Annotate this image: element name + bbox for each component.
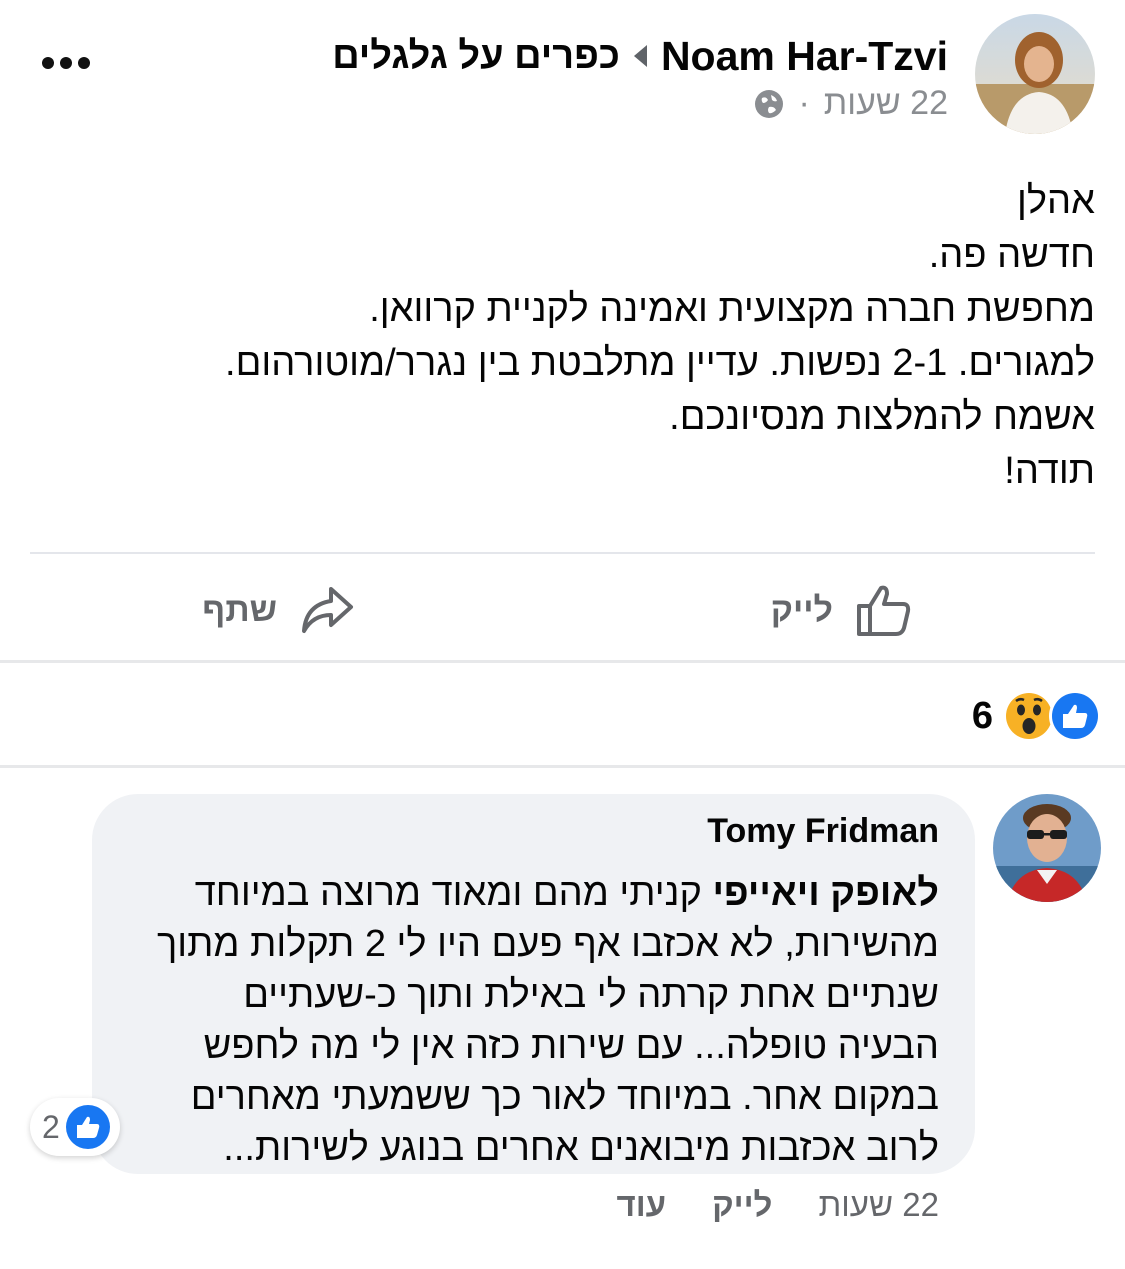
post-line: חדשה פה. <box>928 234 1095 276</box>
post-line: אשמח להמלצות מנסיונכם. <box>669 396 1095 438</box>
post-line: תודה! <box>1004 450 1095 492</box>
like-icon <box>65 1105 110 1149</box>
comment-reactions-badge[interactable]: 2 <box>30 1098 120 1156</box>
comment-like-button[interactable]: לייק <box>712 1186 772 1224</box>
comment-like-count: 2 <box>42 1108 60 1145</box>
globe-icon <box>755 89 784 118</box>
post-title-row: Noam Har-Tzvi כפרים על גלגלים <box>332 30 948 82</box>
post-time[interactable]: 22 שעות <box>824 84 948 123</box>
post-meta: 22 שעות · <box>754 84 948 123</box>
comment-more-button[interactable]: עוד <box>616 1186 666 1224</box>
comment-text: לאופק ויאייפי קניתי מהם ומאוד מרוצה במיו… <box>119 868 939 1174</box>
comment-line: שנתיים אחת קרתה לי באילת ותוך כ-שעתיים <box>243 974 939 1016</box>
author-name[interactable]: Noam Har-Tzvi <box>661 33 948 80</box>
post-header: Noam Har-Tzvi כפרים על גלגלים 22 שעות · <box>0 0 1125 150</box>
comment-line: לרוב אכזבות מיבואנים אחרים בנוגע לשירות.… <box>223 1127 939 1169</box>
comment-author[interactable]: Tomy Fridman <box>707 812 939 851</box>
more-options-icon[interactable] <box>36 38 96 88</box>
thumbs-up-icon <box>857 585 911 636</box>
post-line: למגורים. 2-1 נפשות. עדיין מתלבטת בין נגר… <box>225 342 1095 384</box>
post-body: אהלן חדשה פה. מחפשת חברה מקצועית ואמינה … <box>25 174 1095 498</box>
mention-link[interactable]: לאופק ויאייפי <box>712 872 939 914</box>
reactions-summary[interactable]: 6 <box>972 688 1103 744</box>
comment-line: לאופק ויאייפי קניתי מהם ומאוד מרוצה במיו… <box>119 868 939 919</box>
comment-line-text: קניתי מהם ומאוד מרוצה במיוחד <box>194 872 702 914</box>
like-label: לייק <box>770 590 833 629</box>
comment-time[interactable]: 22 שעות <box>818 1186 939 1224</box>
comment-line: במקום אחר. במיוחד לאור כך ששמעתי מאחרים <box>190 1076 939 1118</box>
post-line: אהלן <box>1017 180 1095 222</box>
group-name[interactable]: כפרים על גלגלים <box>332 35 620 78</box>
divider <box>30 552 1095 554</box>
like-button[interactable]: לייק <box>771 570 913 650</box>
divider <box>0 660 1125 663</box>
author-avatar[interactable] <box>975 14 1095 134</box>
comment-line: מהשירות, לא אכזבו אף פעם היו לי 2 תקלות … <box>157 923 939 965</box>
meta-separator: · <box>798 84 810 122</box>
caret-left-icon <box>633 45 647 67</box>
share-label: שתף <box>202 590 277 629</box>
share-button[interactable]: שתף <box>202 570 355 650</box>
comment-line: הבעיה טופלה... עם שירות כזה אין לי מה לח… <box>203 1025 939 1067</box>
like-icon <box>1049 690 1101 742</box>
post-line: מחפשת חברה מקצועית ואמינה לקניית קרוואן. <box>369 288 1095 330</box>
commenter-avatar[interactable] <box>993 794 1101 902</box>
comment-actions: 22 שעות לייק עוד <box>616 1186 939 1224</box>
divider <box>0 765 1125 768</box>
reaction-count: 6 <box>971 694 993 737</box>
share-arrow-icon <box>302 587 353 633</box>
